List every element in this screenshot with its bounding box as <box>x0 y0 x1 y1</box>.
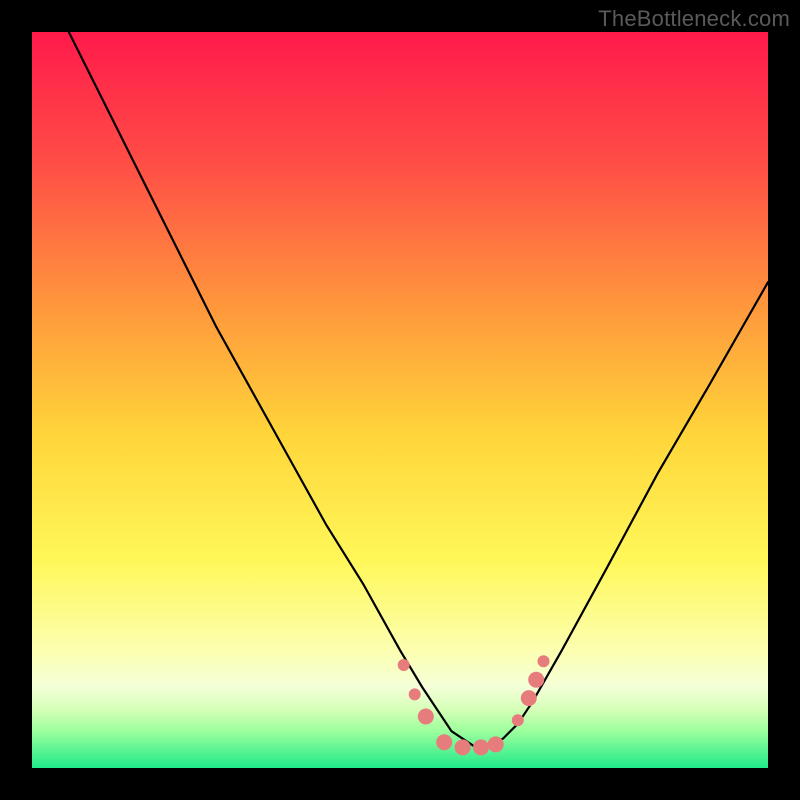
plot-frame <box>32 32 768 768</box>
curve-marker <box>538 655 550 667</box>
curve-path <box>69 32 768 746</box>
curve-marker <box>418 709 434 725</box>
curve-marker <box>473 739 489 755</box>
bottleneck-curve <box>32 32 768 768</box>
curve-marker <box>512 714 524 726</box>
curve-marker <box>528 672 544 688</box>
curve-marker <box>436 734 452 750</box>
curve-markers <box>398 655 550 755</box>
curve-marker <box>398 659 410 671</box>
watermark-text: TheBottleneck.com <box>598 6 790 32</box>
curve-marker <box>455 739 471 755</box>
curve-marker <box>521 690 537 706</box>
curve-marker <box>409 688 421 700</box>
curve-marker <box>488 736 504 752</box>
